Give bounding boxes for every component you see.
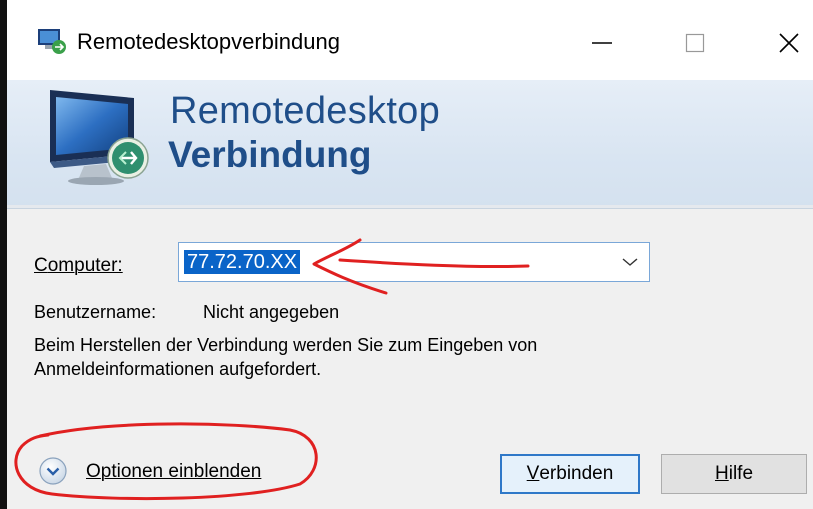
- title-bar[interactable]: Remotedesktopverbindung: [7, 0, 813, 80]
- chevron-down-icon[interactable]: [621, 255, 639, 269]
- username-label: Benutzername:: [34, 302, 157, 322]
- help-accesskey: H: [714, 463, 729, 484]
- options-text: ptionen einblenden: [100, 461, 262, 482]
- info-text-line1: Beim Herstellen der Verbindung werden Si…: [34, 335, 538, 355]
- window-title: Remotedesktopverbindung: [77, 29, 340, 54]
- computer-input-value[interactable]: 77.72.70.XX: [184, 250, 301, 274]
- connect-button[interactable]: Verbinden: [500, 454, 640, 494]
- help-label: ilfe: [728, 463, 754, 484]
- computer-label: Computer:: [34, 255, 123, 277]
- window-left-edge: [0, 0, 7, 509]
- computer-label-accesskey: C: [34, 255, 48, 276]
- close-icon: [779, 33, 799, 53]
- chevron-down-circle-icon[interactable]: [38, 456, 68, 486]
- maximize-icon: [685, 33, 705, 53]
- banner-divider: [7, 205, 813, 208]
- username-value: Nicht angegeben: [203, 302, 340, 322]
- computer-label-text: omputer:: [47, 255, 123, 276]
- maximize-button[interactable]: [665, 20, 725, 66]
- options-accesskey: O: [86, 461, 101, 482]
- computer-combobox[interactable]: 77.72.70.XX: [178, 242, 650, 282]
- banner-title-line1: Remotedesktop: [170, 90, 441, 132]
- connect-accesskey: V: [526, 463, 540, 484]
- show-options-link[interactable]: Optionen einblenden: [86, 461, 261, 483]
- remote-desktop-monitor-icon: [50, 90, 149, 185]
- connect-label: erbinden: [539, 463, 614, 484]
- close-button[interactable]: [759, 20, 813, 66]
- remote-desktop-app-icon: [38, 29, 66, 54]
- help-button[interactable]: Hilfe: [661, 454, 807, 494]
- minimize-button[interactable]: [572, 20, 632, 66]
- info-text-line2: Anmeldeinformationen aufgefordert.: [34, 359, 322, 379]
- minimize-icon: [592, 42, 612, 44]
- banner-title-line2: Verbindung: [168, 134, 372, 175]
